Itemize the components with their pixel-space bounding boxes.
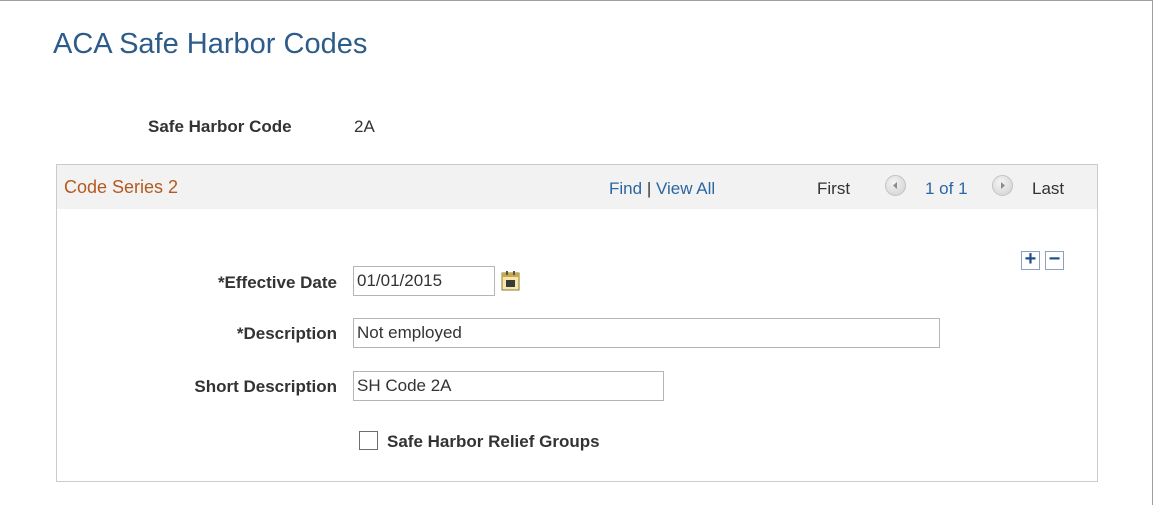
- effective-date-label: *Effective Date: [217, 273, 337, 292]
- next-row-button[interactable]: [992, 175, 1013, 196]
- panel-title: Code Series 2: [64, 177, 179, 197]
- plus-icon: +: [1024, 248, 1037, 270]
- find-view-all-nav: Find | View All: [609, 179, 715, 199]
- description-label: *Description: [236, 324, 337, 343]
- short-description-label: Short Description: [194, 377, 337, 396]
- relief-groups-label[interactable]: Safe Harbor Relief Groups: [387, 432, 600, 452]
- calendar-icon[interactable]: [501, 270, 521, 297]
- safe-harbor-code-value: 2A: [354, 117, 375, 136]
- short-description-input[interactable]: [353, 371, 664, 401]
- add-row-button[interactable]: +: [1021, 248, 1040, 270]
- view-all-link[interactable]: View All: [656, 179, 715, 198]
- page-title: ACA Safe Harbor Codes: [53, 28, 368, 60]
- arrow-left-icon: [893, 182, 897, 189]
- minus-icon: −: [1048, 248, 1061, 270]
- safe-harbor-code-label: Safe Harbor Code: [148, 117, 292, 136]
- last-label: Last: [1032, 179, 1065, 198]
- row-count: 1 of 1: [925, 179, 968, 198]
- code-series-panel: Code Series 2 Find | View All First 1 of…: [56, 164, 1098, 482]
- nav-separator: |: [646, 179, 652, 198]
- delete-row-button[interactable]: −: [1045, 248, 1064, 270]
- first-label: First: [817, 179, 851, 198]
- description-input[interactable]: [353, 318, 940, 348]
- relief-groups-checkbox[interactable]: [359, 431, 378, 450]
- previous-row-button[interactable]: [885, 175, 906, 196]
- find-link[interactable]: Find: [609, 179, 642, 198]
- panel-header: Code Series 2 Find | View All First 1 of…: [57, 165, 1097, 209]
- arrow-right-icon: [1001, 182, 1005, 189]
- effective-date-input[interactable]: [353, 266, 495, 296]
